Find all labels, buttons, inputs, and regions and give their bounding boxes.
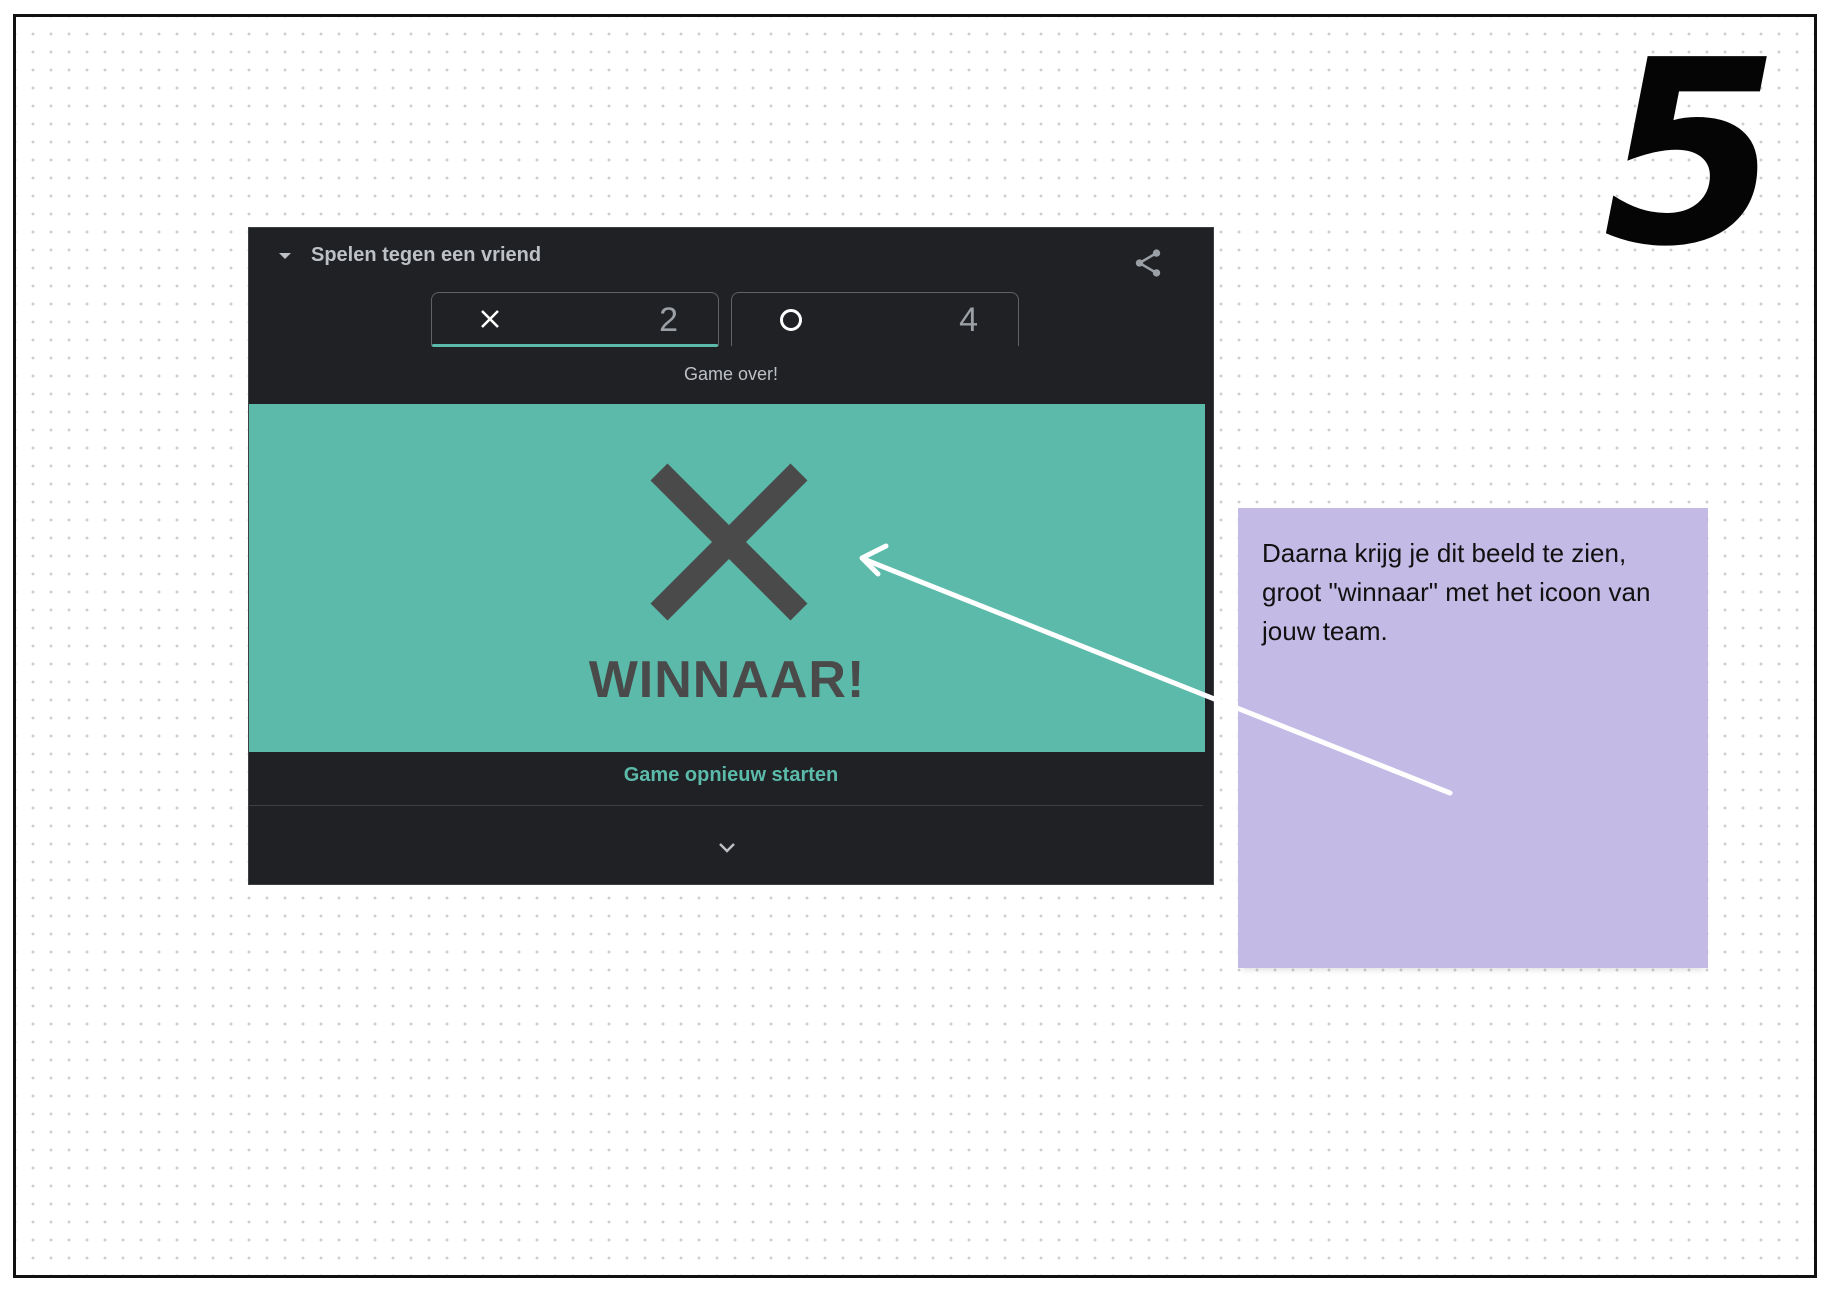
o-icon	[780, 309, 802, 331]
game-board-result: WINNAAR!	[249, 404, 1205, 752]
score-x: 2	[659, 301, 678, 339]
score-tab-o[interactable]: 4	[731, 292, 1019, 346]
share-icon[interactable]	[1131, 246, 1165, 280]
score-tab-x[interactable]: 2	[431, 292, 719, 347]
winner-label: WINNAAR!	[588, 651, 866, 709]
widget-header: Spelen tegen een vriend	[249, 228, 1213, 284]
collapse-caret-icon[interactable]	[279, 253, 291, 259]
tic-tac-toe-widget: Spelen tegen een vriend 2 4 Game over! W…	[248, 227, 1214, 885]
x-icon	[481, 310, 499, 328]
score-o: 4	[959, 301, 978, 339]
sticky-note: Daarna krijg je dit beeld te zien, groot…	[1238, 508, 1708, 968]
restart-game-button[interactable]: Game opnieuw starten	[249, 764, 1213, 787]
note-text: Daarna krijg je dit beeld te zien, groot…	[1262, 538, 1651, 646]
widget-title[interactable]: Spelen tegen een vriend	[311, 244, 541, 267]
expand-chevron-icon[interactable]	[712, 836, 742, 858]
game-status: Game over!	[683, 364, 779, 384]
step-number: 5	[1602, 6, 1780, 303]
big-x-icon	[650, 463, 808, 621]
divider	[249, 805, 1203, 806]
active-tab-indicator	[432, 344, 718, 347]
